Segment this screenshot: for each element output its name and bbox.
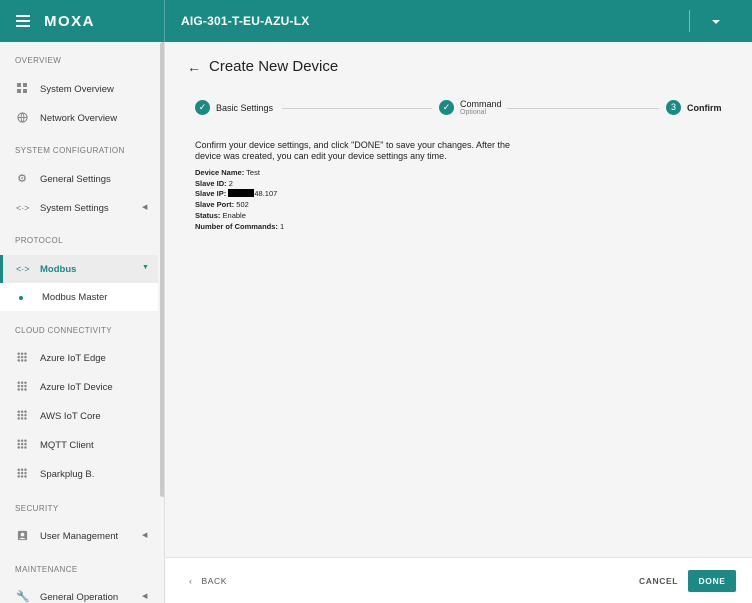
back-button[interactable]: ‹ BACK — [189, 576, 227, 586]
step-2-check-icon: ✓ — [439, 100, 454, 115]
sidebar-item-label: Azure IoT Device — [40, 382, 113, 393]
apps-grid-icon — [16, 468, 28, 480]
stepper-connector — [507, 108, 659, 109]
section-cloud-connectivity: CLOUD CONNECTIVITY — [15, 326, 112, 335]
footer-actions: ‹ BACK CANCEL DONE — [165, 557, 752, 603]
sidebar-item-label: Modbus Master — [42, 292, 108, 303]
user-badge-icon — [16, 530, 28, 542]
apps-grid-icon — [16, 439, 28, 451]
section-maintenance: MAINTENANCE — [15, 565, 78, 574]
sidebar-item-label: System Overview — [40, 84, 114, 95]
main-content: ← Create New Device ✓ Basic Settings ✓ C… — [165, 42, 752, 560]
sidebar-item-label: General Settings — [40, 174, 111, 185]
back-button-label: BACK — [201, 576, 227, 586]
step-2-label: Command — [460, 99, 502, 109]
section-system-configuration: SYSTEM CONFIGURATION — [15, 146, 125, 155]
section-overview: OVERVIEW — [15, 56, 62, 65]
globe-icon — [16, 112, 28, 124]
detail-device-name: Device Name: Test — [195, 168, 260, 177]
apps-grid-icon — [16, 352, 28, 364]
chevron-left-icon: ◀ — [142, 204, 148, 211]
stepper-connector — [282, 108, 432, 109]
detail-slave-ip: Slave IP: 48.107 — [195, 189, 278, 199]
active-indicator — [0, 255, 3, 283]
sidebar-subitem-modbus-master[interactable]: Modbus Master — [0, 283, 158, 311]
back-arrow-icon[interactable]: ← — [187, 59, 201, 75]
step-3-label: Confirm — [687, 103, 722, 113]
apps-grid-icon — [16, 410, 28, 422]
sidebar-item-label: Azure IoT Edge — [40, 353, 106, 364]
sidebar-item-modbus[interactable]: <·> Modbus ▼ — [0, 255, 158, 283]
sidebar-item-general-settings[interactable]: ⚙ General Settings — [0, 165, 158, 193]
sidebar-item-mqtt-client[interactable]: MQTT Client — [0, 431, 158, 459]
gear-icon: ⚙ — [17, 173, 27, 185]
sidebar-item-label: MQTT Client — [40, 440, 94, 451]
step-3-number: 3 — [666, 100, 681, 115]
header-divider — [164, 0, 165, 42]
sidebar-item-user-management[interactable]: User Management ◀ — [0, 522, 158, 550]
code-arrows-icon: <·> — [16, 203, 30, 213]
page-title: Create New Device — [209, 58, 339, 75]
sidebar-item-sparkplug[interactable]: Sparkplug B. — [0, 460, 158, 488]
chevron-left-icon: ‹ — [189, 576, 193, 586]
sidebar-item-label: AWS IoT Core — [40, 411, 101, 422]
confirm-description: Confirm your device settings, and click … — [195, 140, 511, 161]
sidebar-item-system-settings[interactable]: <·> System Settings ◀ — [0, 194, 158, 222]
detail-status: Status: Enable — [195, 210, 246, 220]
sidebar-item-label: Network Overview — [40, 113, 118, 124]
sidebar-item-aws-iot-core[interactable]: AWS IoT Core — [0, 402, 158, 430]
detail-slave-port: Slave Port: 502 — [195, 200, 249, 210]
sidebar-item-azure-iot-edge[interactable]: Azure IoT Edge — [0, 344, 158, 372]
sidebar-item-label: System Settings — [40, 203, 109, 214]
top-app-bar: MOXA AIG-301-T-EU-AZU-LX — [0, 0, 752, 42]
sidebar-item-label: User Management — [40, 531, 119, 542]
redacted-block — [228, 189, 255, 198]
sidebar-item-label: Sparkplug B. — [40, 469, 95, 480]
step-1-check-icon: ✓ — [195, 100, 210, 115]
sidebar-item-network-overview[interactable]: Network Overview — [0, 104, 158, 132]
cancel-button[interactable]: CANCEL — [639, 576, 678, 586]
sidebar-item-system-overview[interactable]: System Overview — [0, 75, 158, 103]
dashboard-icon — [16, 83, 28, 95]
section-security: SECURITY — [15, 504, 59, 513]
detail-number-of-commands: Number of Commands: 1 — [195, 221, 285, 231]
step-1-label: Basic Settings — [216, 103, 274, 113]
sidebar-item-label: Modbus — [40, 264, 77, 275]
device-summary: Device Name: Test Slave ID: 2 Slave IP: … — [195, 168, 284, 232]
device-title: AIG-301-T-EU-AZU-LX — [181, 14, 310, 28]
header-divider-right — [689, 10, 690, 32]
sidebar-item-label: General Operation — [40, 592, 119, 603]
sidebar-item-azure-iot-device[interactable]: Azure IoT Device — [0, 373, 158, 401]
bullet-icon — [19, 296, 23, 300]
chevron-left-icon: ◀ — [142, 532, 148, 539]
section-protocol: PROTOCOL — [15, 236, 63, 245]
detail-slave-id: Slave ID: 2 — [195, 178, 233, 188]
moxa-logo: MOXA — [44, 13, 95, 30]
chevron-down-icon: ▼ — [142, 264, 149, 271]
wrench-icon: 🔧 — [16, 591, 30, 603]
sidebar-item-general-operation[interactable]: 🔧 General Operation ◀ — [0, 583, 158, 603]
sidebar: OVERVIEW System Overview Network Overvie… — [0, 42, 165, 603]
chevron-left-icon: ◀ — [142, 593, 148, 600]
done-button[interactable]: DONE — [688, 570, 736, 592]
account-dropdown-icon[interactable] — [712, 20, 720, 24]
menu-icon[interactable] — [16, 15, 30, 27]
step-2-optional: Optional — [460, 109, 487, 116]
apps-grid-icon — [16, 381, 28, 393]
code-arrows-icon: <·> — [16, 264, 30, 274]
